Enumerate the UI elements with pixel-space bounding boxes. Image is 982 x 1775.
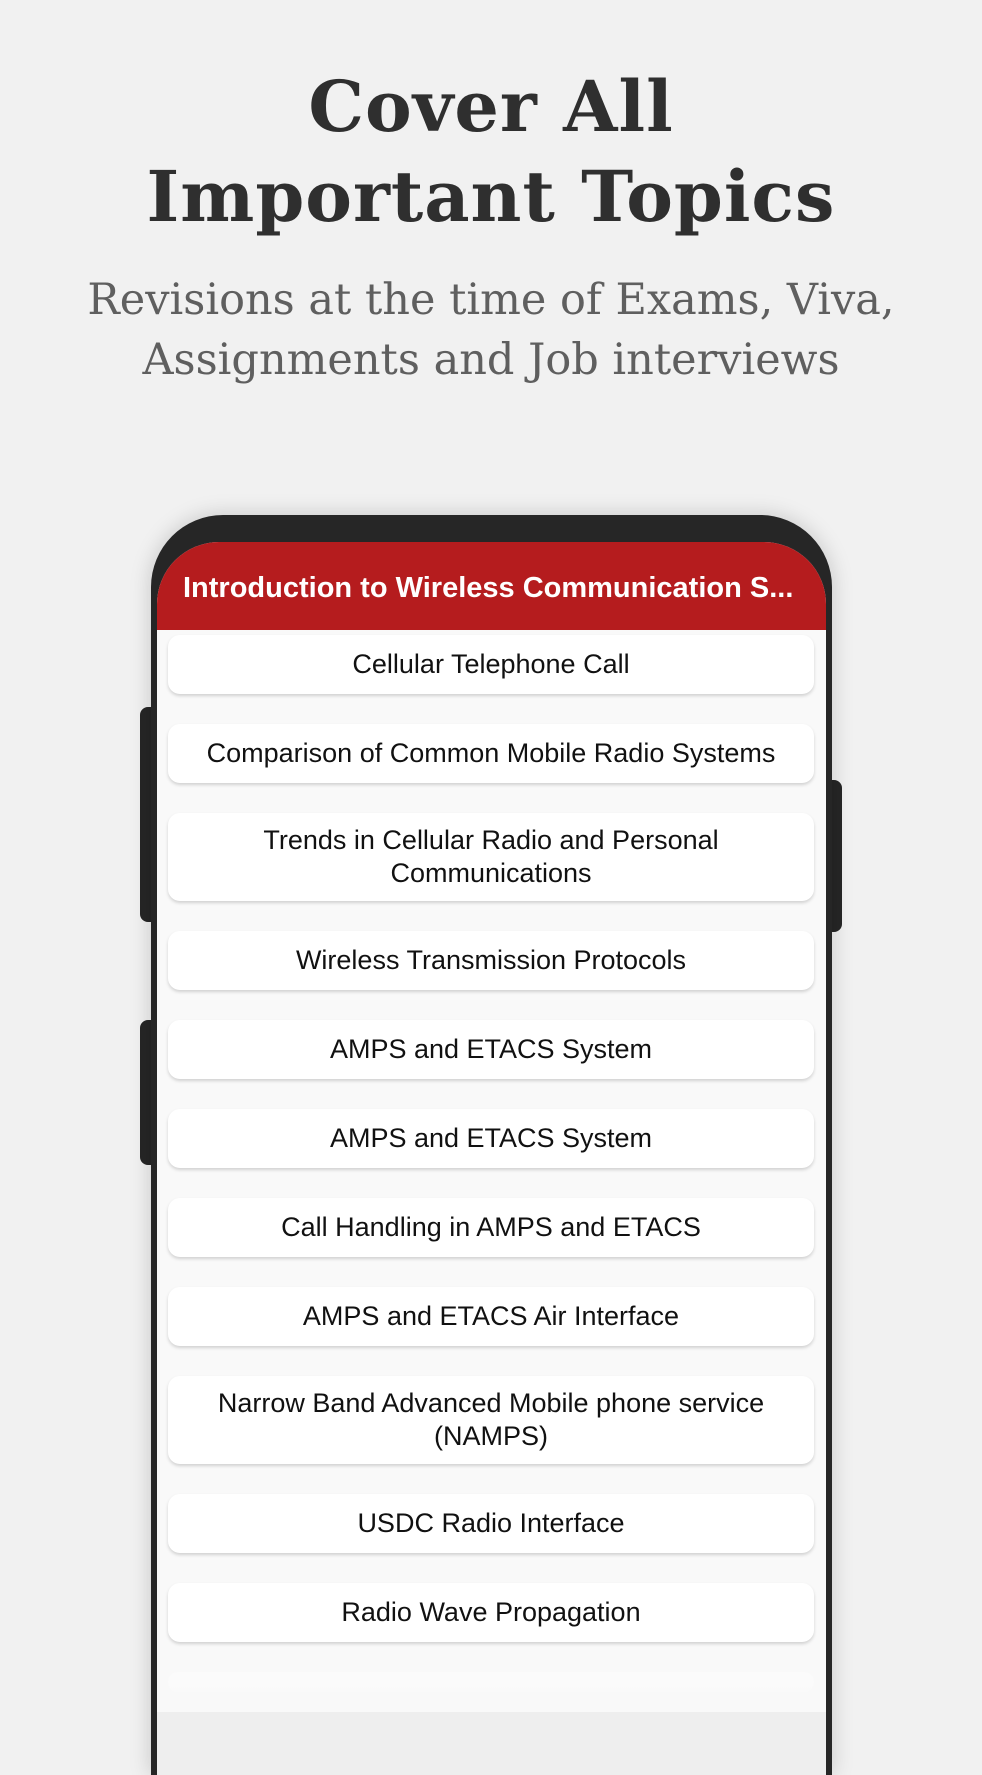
list-fade — [157, 1682, 826, 1712]
promo-headline: Cover All Important Topics — [0, 62, 982, 242]
topic-item[interactable]: Call Handling in AMPS and ETACS — [168, 1198, 814, 1257]
topic-item[interactable]: AMPS and ETACS Air Interface — [168, 1287, 814, 1346]
topic-item[interactable]: Radio Wave Propagation — [168, 1583, 814, 1642]
headline-line-2: Important Topics — [146, 155, 836, 238]
navigation-bar — [157, 1712, 826, 1775]
topic-item[interactable]: Wireless Transmission Protocols — [168, 931, 814, 990]
topic-item[interactable]: Comparison of Common Mobile Radio System… — [168, 724, 814, 783]
phone-frame: Introduction to Wireless Communication S… — [151, 515, 832, 1775]
topic-item[interactable]: Narrow Band Advanced Mobile phone servic… — [168, 1376, 814, 1464]
topic-item[interactable]: USDC Radio Interface — [168, 1494, 814, 1553]
topic-list: Cellular Telephone Call Comparison of Co… — [168, 635, 814, 1722]
subline-line-2: Assignments and Job interviews — [142, 335, 840, 385]
topic-item[interactable]: AMPS and ETACS System — [168, 1020, 814, 1079]
phone-screen: Introduction to Wireless Communication S… — [157, 542, 826, 1775]
subline-line-1: Revisions at the time of Exams, Viva, — [87, 275, 895, 325]
topic-item[interactable]: Cellular Telephone Call — [168, 635, 814, 694]
topic-item[interactable]: AMPS and ETACS System — [168, 1109, 814, 1168]
app-bar: Introduction to Wireless Communication S… — [157, 542, 826, 630]
topic-item[interactable]: Trends in Cellular Radio and Personal Co… — [168, 813, 814, 901]
promo-subheadline: Revisions at the time of Exams, Viva, As… — [0, 270, 982, 390]
app-bar-title: Introduction to Wireless Communication S… — [183, 572, 794, 604]
headline-line-1: Cover All — [308, 65, 674, 148]
